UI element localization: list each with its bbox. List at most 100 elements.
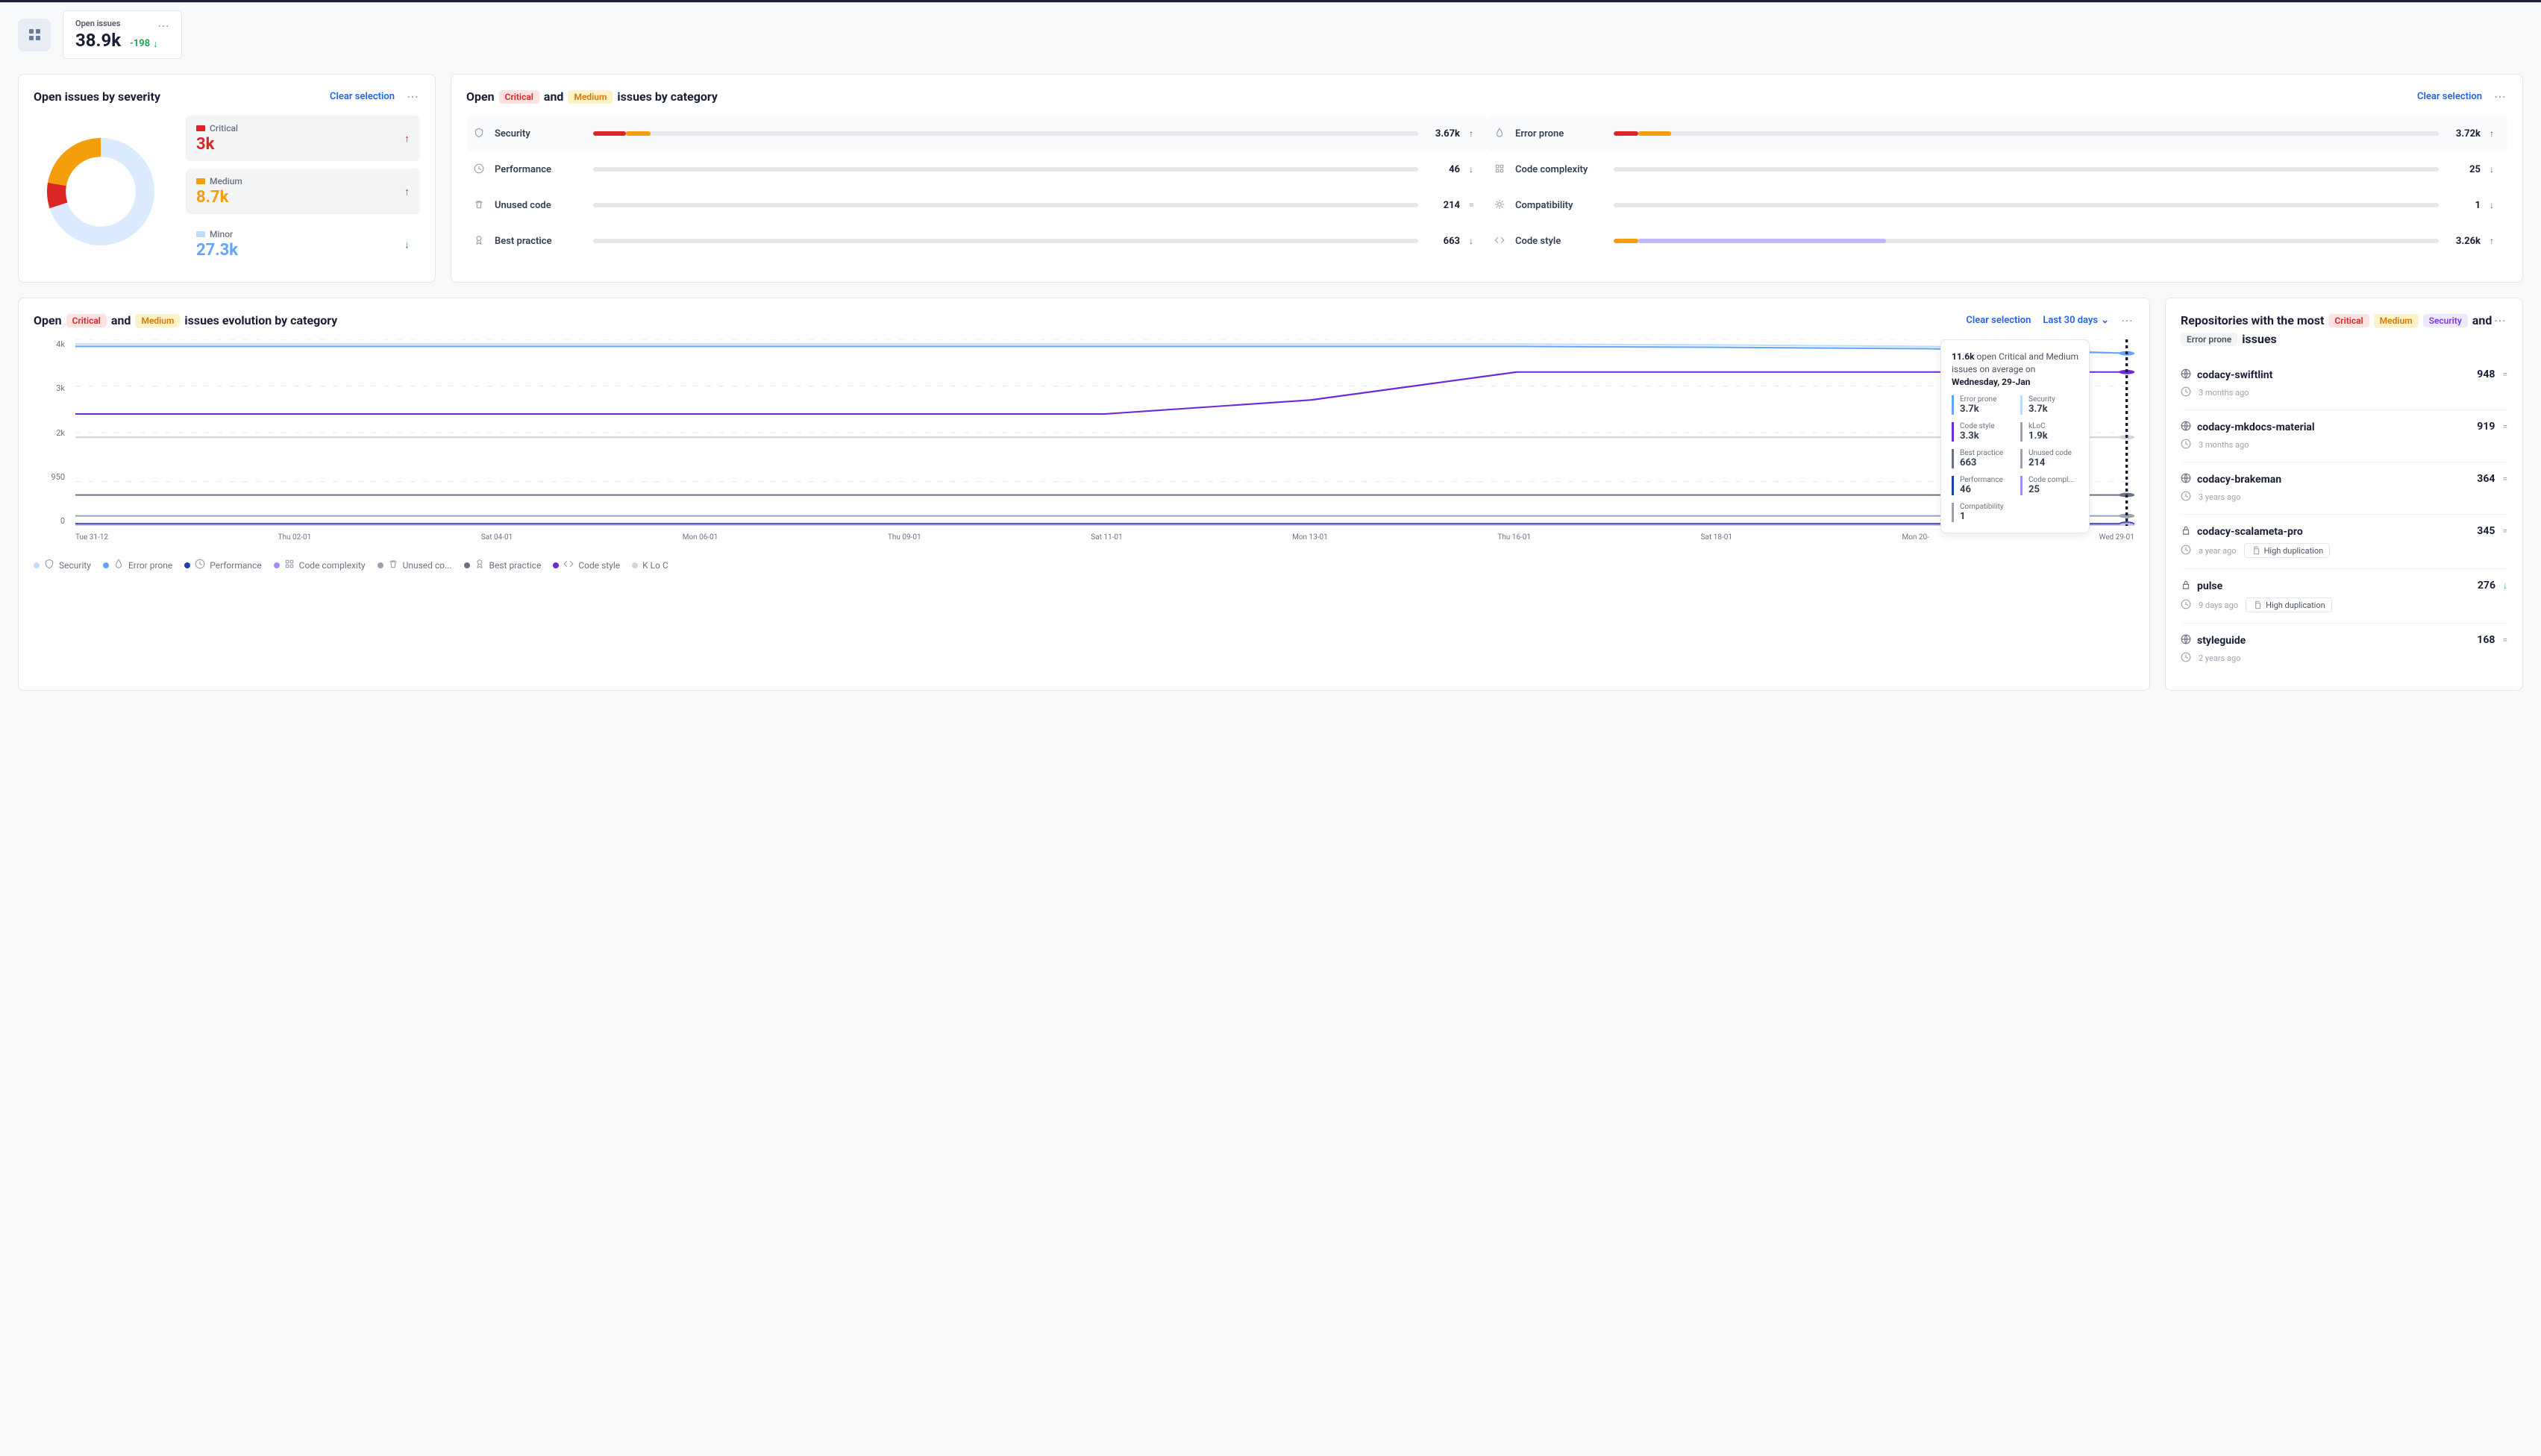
severity-donut-chart[interactable] [34,125,168,259]
category-bar [593,167,1418,172]
trend-arrow-icon: ↑ [2490,236,2500,246]
severity-row-critical[interactable]: Critical 3k ↑ [186,116,420,161]
severity-row-minor[interactable]: Minor 27.3k ↓ [186,222,420,267]
legend-item-code complexity[interactable]: Code complexity [274,559,366,571]
x-tick: Mon 06-01 [683,533,718,548]
open-issues-metric-card[interactable]: Open issues 38.9k -198 ↓ ⋯ [63,10,182,59]
legend-item-best practice[interactable]: Best practice [464,559,542,571]
filter-tag-critical[interactable]: Critical [499,90,539,104]
more-options-button[interactable]: ⋯ [2494,313,2507,327]
more-options-button[interactable]: ⋯ [157,19,171,33]
category-row-code complexity[interactable]: Code complexity 25 ↓ [1487,151,2507,187]
x-tick: Sat 18-01 [1701,533,1732,548]
x-tick: Wed 29-01 [2099,533,2134,548]
repo-time: 3 months ago [2199,440,2249,450]
category-row-code style[interactable]: Code style 3.26k ↑ [1487,223,2507,259]
category-value: 663 [1427,236,1460,247]
x-tick: Sat 04-01 [481,533,513,548]
shield-icon [474,128,486,139]
clock-icon [2181,491,2191,503]
clock-icon [195,559,205,571]
droplet-icon [1494,128,1506,139]
category-name: Code complexity [1515,164,1605,175]
trend-arrow-icon: ↓ [2490,200,2500,210]
category-value: 1 [2448,200,2481,211]
category-row-compatibility[interactable]: Compatibility 1 ↓ [1487,187,2507,223]
clock-icon [2181,386,2191,399]
trash-icon [388,559,398,571]
lock-icon [2181,580,2191,593]
clear-selection-button[interactable]: Clear selection [1966,315,2031,326]
clear-selection-button[interactable]: Clear selection [2417,91,2482,102]
repo-row[interactable]: codacy-mkdocs-material 3 months ago 919 … [2181,410,2507,462]
legend-item-unused co...[interactable]: Unused co... [377,559,452,571]
repo-row[interactable]: codacy-scalameta-pro a year ago High dup… [2181,514,2507,568]
repo-name: pulse [2197,580,2222,592]
y-tick: 4k [56,339,65,349]
category-row-security[interactable]: Security 3.67k ↑ [466,116,1487,151]
legend-dot-icon [464,562,470,568]
legend-item-security[interactable]: Security [34,559,91,571]
filter-tag-error-prone[interactable]: Error prone [2181,333,2237,346]
category-bar [593,131,1418,136]
award-icon [474,235,486,247]
time-range-dropdown[interactable]: Last 30 days ⌄ [2043,315,2109,326]
severity-panel: Open issues by severity Clear selection … [18,74,436,283]
clock-icon [474,163,486,175]
filter-tag-medium[interactable]: Medium [2374,314,2419,327]
filter-tag-medium[interactable]: Medium [135,314,180,327]
x-tick: Tue 31-12 [75,533,108,548]
x-tick: Sat 11-01 [1091,533,1122,548]
more-options-button[interactable]: ⋯ [2494,90,2507,104]
category-name: Unused code [495,200,584,211]
legend-item-code style[interactable]: Code style [553,559,620,571]
filter-tag-medium[interactable]: Medium [568,90,612,104]
category-row-unused code[interactable]: Unused code 214 = [466,187,1487,223]
repo-name: codacy-scalameta-pro [2197,526,2303,538]
equals-icon: = [2502,474,2507,484]
severity-value: 27.3k [196,241,410,260]
legend-item-performance[interactable]: Performance [184,559,261,571]
clock-icon [2181,599,2191,612]
legend-dot-icon [184,562,190,568]
clock-icon [2181,545,2191,557]
legend-label: Unused co... [403,560,452,571]
repo-row[interactable]: pulse 9 days ago High duplication 276 ↓ [2181,568,2507,623]
repo-row[interactable]: codacy-brakeman 3 years ago 364 = [2181,462,2507,514]
y-tick: 950 [51,472,65,482]
panel-title: Open Critical and Medium issues by categ… [466,90,718,104]
panel-title: Repositories with the most Critical Medi… [2181,313,2494,346]
filter-tag-security[interactable]: Security [2423,314,2468,327]
filter-tag-critical[interactable]: Critical [2328,314,2369,327]
legend-label: Error prone [128,560,172,571]
dashboard-toggle-button[interactable] [18,19,51,51]
filter-tag-critical[interactable]: Critical [66,314,107,327]
repo-count: 276 [2478,580,2495,592]
severity-value: 8.7k [196,188,410,207]
category-bar [1614,131,2439,136]
repo-row[interactable]: codacy-swiftlint 3 months ago 948 = [2181,358,2507,410]
category-row-best practice[interactable]: Best practice 663 ↓ [466,223,1487,259]
equals-icon: = [2502,526,2507,536]
panel-title: Open Critical and Medium issues evolutio… [34,313,337,327]
category-row-performance[interactable]: Performance 46 ↓ [466,151,1487,187]
clock-icon [2181,439,2191,451]
trend-arrow-icon: ↑ [404,132,410,145]
category-row-error prone[interactable]: Error prone 3.72k ↑ [1487,116,2507,151]
legend-label: Security [59,560,91,571]
category-value: 3.26k [2448,236,2481,247]
more-options-button[interactable]: ⋯ [407,90,420,104]
repo-time: 9 days ago [2199,600,2238,610]
evolution-chart[interactable]: 4k3k2k9500 Tue 31-12Thu 02-01Sat 04-01Mo… [34,339,2134,548]
y-tick: 3k [56,383,65,393]
legend-dot-icon [34,562,40,568]
repo-row[interactable]: styleguide 2 years ago 168 = [2181,623,2507,675]
arrow-down-icon: ↓ [2503,580,2507,591]
clear-selection-button[interactable]: Clear selection [330,91,395,102]
legend-item-error prone[interactable]: Error prone [103,559,172,571]
header-strip: Open issues 38.9k -198 ↓ ⋯ [0,3,2541,66]
more-options-button[interactable]: ⋯ [2121,313,2134,327]
severity-row-medium[interactable]: Medium 8.7k ↑ [186,169,420,214]
trend-arrow-icon: ↓ [1469,164,1479,175]
legend-item-k lo c[interactable]: K Lo C [632,559,668,571]
